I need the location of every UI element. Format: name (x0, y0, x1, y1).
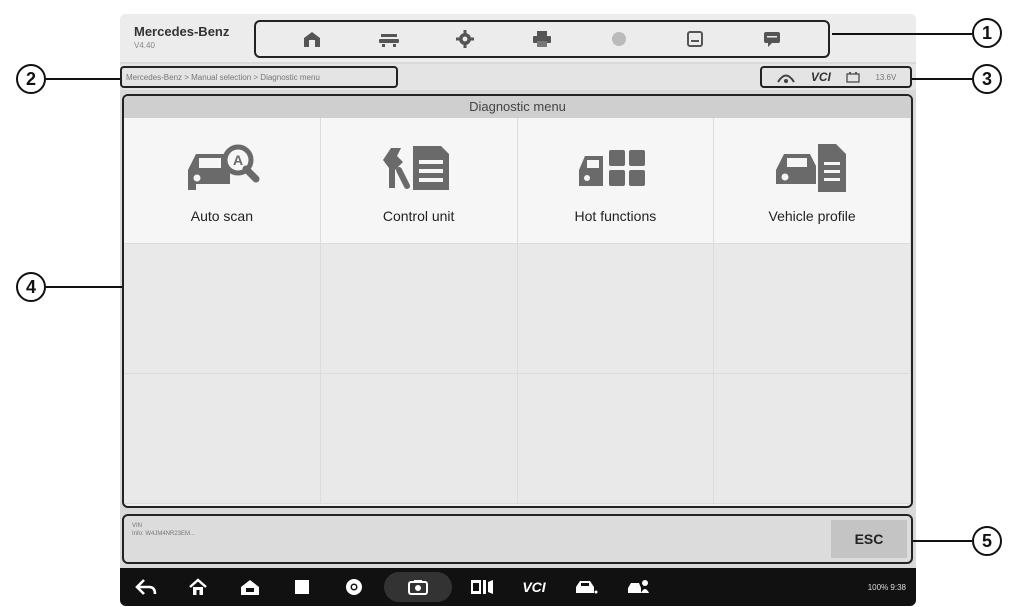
vehicle-info: VIN Info: W4JM4NR23EM... (132, 522, 195, 538)
empty-cell (124, 374, 321, 504)
help-button[interactable] (604, 25, 634, 53)
brand-title: Mercedes-Benz (134, 24, 230, 39)
callout-2-leader (46, 78, 120, 80)
car-icon (576, 581, 598, 594)
car-user-icon (628, 580, 649, 593)
auto-scan-tile[interactable]: A Auto scan (124, 118, 321, 244)
save-button[interactable] (680, 25, 710, 53)
top-header: Mercedes-Benz V4.40 (120, 14, 916, 62)
recent-apps-button[interactable] (276, 568, 328, 606)
callout-1-leader (832, 33, 972, 35)
empty-cell (320, 374, 518, 504)
car-scan-icon: A (187, 144, 260, 190)
vci-label: VCI (522, 579, 546, 595)
house-icon (241, 580, 259, 595)
hot-functions-label: Hot functions (574, 207, 657, 224)
home-nav-button[interactable] (172, 568, 224, 606)
svg-text:A: A (233, 152, 243, 168)
callout-3: 3 (972, 64, 1002, 94)
callout-2: 2 (16, 64, 46, 94)
control-unit-tile[interactable]: Control unit (320, 118, 518, 244)
chat-icon (763, 32, 780, 47)
top-toolbar (254, 20, 830, 58)
vehicle-swap-button[interactable] (374, 25, 404, 53)
autel-home-button[interactable] (224, 568, 276, 606)
esc-button[interactable]: ESC (831, 520, 907, 558)
control-unit-icon (382, 145, 449, 190)
hot-functions-tile[interactable]: Hot functions (517, 118, 715, 244)
callout-4-leader (46, 286, 122, 288)
battery-icon (846, 72, 860, 83)
function-bar: VIN Info: W4JM4NR23EM... ESC (122, 514, 913, 564)
home-icon (189, 578, 207, 595)
square-icon (295, 580, 309, 594)
gear-icon (456, 30, 475, 48)
empty-cell (517, 244, 715, 374)
settings-button[interactable] (450, 25, 480, 53)
status-indicators: VCI 13.6V (760, 66, 912, 88)
empty-cell (714, 244, 911, 374)
callout-5-leader (913, 540, 972, 542)
empty-cell (714, 374, 911, 504)
vin-info: Info: W4JM4NR23EM... (132, 531, 196, 537)
callout-3-leader (912, 78, 972, 80)
messages-button[interactable] (757, 25, 787, 53)
vehicle-profile-label: Vehicle profile (768, 207, 856, 224)
callout-4: 4 (16, 272, 46, 302)
chrome-icon (346, 579, 362, 595)
callout-1: 1 (972, 18, 1002, 48)
vci-manager-button[interactable]: VCI (508, 568, 560, 606)
page-title: Diagnostic menu (124, 96, 911, 118)
help-icon (611, 32, 626, 46)
signal-icon (776, 74, 795, 83)
vin-label: VIN (132, 523, 143, 529)
empty-cell (517, 374, 715, 504)
home-icon (304, 32, 321, 47)
home-button[interactable] (297, 25, 327, 53)
system-status: 100% 9:38 (867, 582, 906, 592)
control-unit-label: Control unit (382, 207, 455, 224)
empty-cell (320, 244, 518, 374)
navigation-bar: Mercedes-Benz > Manual selection > Diagn… (120, 64, 916, 90)
vci-status-label: VCI (810, 70, 831, 84)
vehicle-profile-tile[interactable]: Vehicle profile (714, 118, 911, 244)
back-arrow-icon (135, 579, 157, 595)
vehicle-brand: Mercedes-Benz V4.40 (134, 24, 229, 50)
save-icon (687, 31, 704, 47)
battery-voltage: 13.6V (875, 72, 897, 82)
brand-version: V4.40 (134, 41, 155, 50)
main-section: Diagnostic menu A Auto scan Control unit… (122, 94, 913, 508)
empty-cell (124, 244, 321, 374)
hot-functions-icon (579, 149, 646, 186)
printer-icon (532, 31, 551, 47)
print-button[interactable] (527, 25, 557, 53)
tablet-screen: Mercedes-Benz V4.40 Mercedes-Benz > Manu… (120, 14, 916, 606)
figure: Mercedes-Benz V4.40 Mercedes-Benz > Manu… (0, 0, 1012, 607)
car-lift-icon (378, 34, 399, 47)
vehicle-profile-icon (776, 143, 847, 192)
system-navigation-bar: VCI 100% 9:38 (120, 568, 916, 606)
auto-scan-label: Auto scan (190, 207, 253, 224)
back-button[interactable] (120, 568, 172, 606)
browser-button[interactable] (328, 568, 380, 606)
camera-icon (408, 580, 428, 595)
breadcrumb[interactable]: Mercedes-Benz > Manual selection > Diagn… (120, 66, 398, 88)
vehicle-profile-nav-button[interactable] (612, 568, 664, 606)
callout-5: 5 (972, 526, 1002, 556)
function-grid: A Auto scan Control unit Hot functions V… (124, 118, 911, 504)
screen-record-button[interactable] (456, 568, 508, 606)
record-icon (471, 580, 493, 594)
vehicle-menu-button[interactable] (560, 568, 612, 606)
screenshot-button[interactable] (384, 572, 452, 602)
